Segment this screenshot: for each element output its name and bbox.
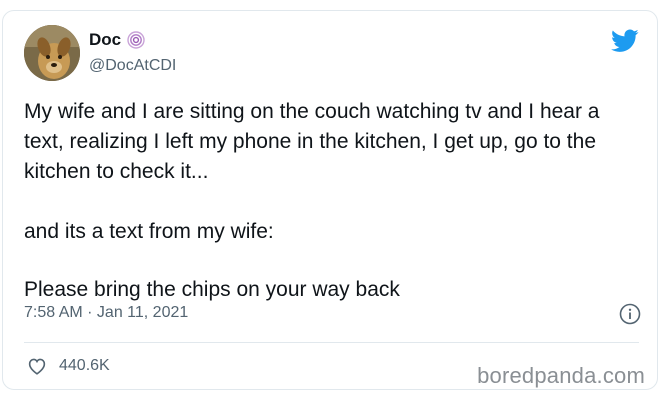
tweet-text: My wife and I are sitting on the couch w… xyxy=(24,97,644,305)
tweet-card: Doc @DocAtCDI My wife and I are sitting … xyxy=(2,10,658,390)
author-name-row: Doc xyxy=(89,30,145,50)
watermark: boredpanda.com xyxy=(477,363,645,388)
heart-icon[interactable] xyxy=(27,357,47,375)
like-count: 440.6K xyxy=(59,357,110,374)
info-icon[interactable] xyxy=(619,303,641,325)
tweet-paragraph-1: My wife and I are sitting on the couch w… xyxy=(24,100,600,183)
tweet-paragraph-2: and its a text from my wife: xyxy=(24,220,274,243)
like-action[interactable]: 440.6K xyxy=(27,357,110,375)
author-display-name[interactable]: Doc xyxy=(89,30,121,50)
twitter-bird-icon[interactable] xyxy=(611,29,639,53)
tweet-paragraph-3: Please bring the chips on your way back xyxy=(24,278,400,301)
spiral-emoji-icon xyxy=(127,31,145,49)
divider xyxy=(24,342,639,343)
avatar[interactable] xyxy=(24,25,80,81)
dog-avatar-image xyxy=(24,25,80,81)
tweet-timestamp[interactable]: 7:58 AM · Jan 11, 2021 xyxy=(24,304,188,322)
author-handle[interactable]: @DocAtCDI xyxy=(89,57,176,75)
